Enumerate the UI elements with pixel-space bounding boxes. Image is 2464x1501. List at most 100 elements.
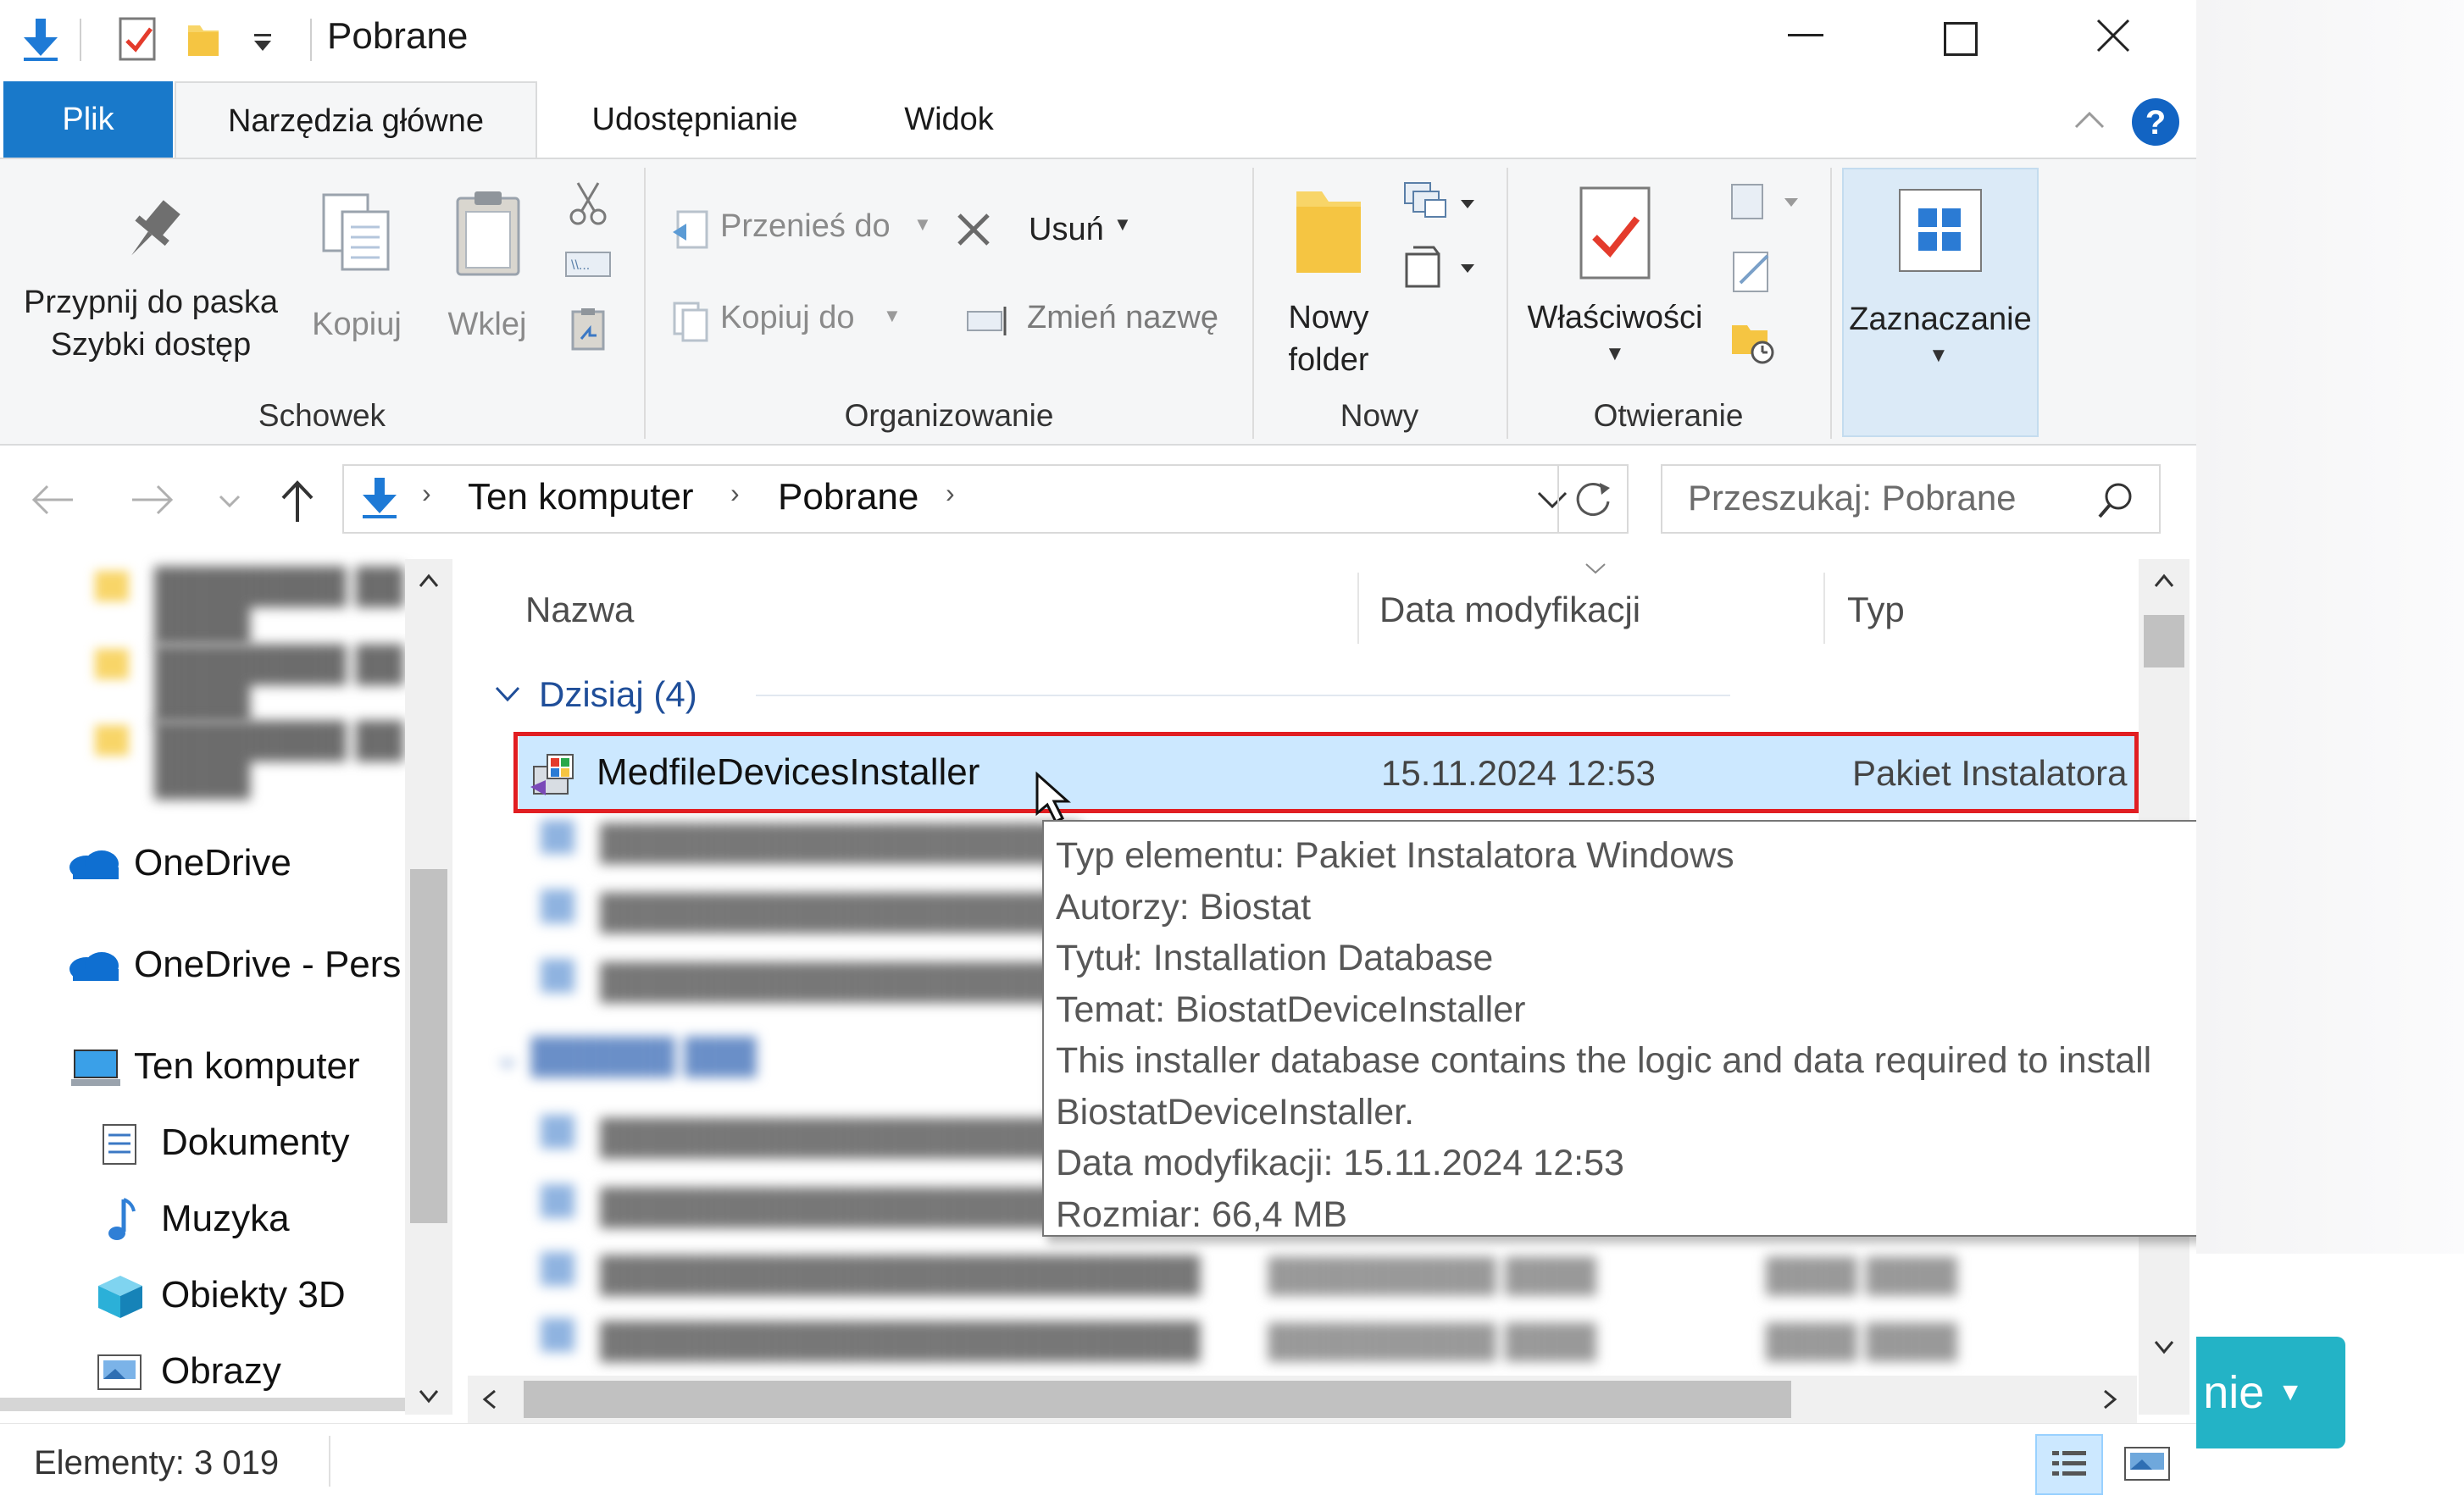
nav-label: Obiekty 3D: [161, 1274, 346, 1315]
select-button[interactable]: Zaznaczanie ▼: [1842, 168, 2039, 437]
column-header-name[interactable]: Nazwa: [525, 590, 634, 630]
breadcrumb-this-pc[interactable]: Ten komputer: [468, 476, 694, 518]
rename-button[interactable]: Zmień nazwę: [964, 295, 1244, 346]
folder-icon: [1296, 191, 1361, 273]
nav-item-onedrive-personal[interactable]: OneDrive - Pers: [0, 937, 405, 991]
tooltip-line-authors: Autorzy: Biostat: [1056, 886, 1312, 928]
column-divider[interactable]: [1357, 573, 1359, 644]
maximize-button[interactable]: [1944, 22, 1978, 56]
search-placeholder: Przeszukaj: Pobrane: [1688, 478, 2017, 518]
column-header-type[interactable]: Typ: [1847, 590, 1905, 630]
search-icon: [2098, 483, 2132, 518]
move-to-button[interactable]: Przenieś do ▼: [666, 203, 932, 254]
new-folder-icon[interactable]: [185, 19, 222, 59]
tab-share[interactable]: Udostępnianie: [559, 81, 830, 158]
tab-home[interactable]: Narzędzia główne: [175, 81, 537, 159]
recent-locations-icon[interactable]: [217, 493, 242, 510]
new-folder-button[interactable]: Nowy folder: [1269, 176, 1388, 379]
title-bar: Pobrane: [0, 0, 2196, 78]
highlight-box: [513, 732, 2139, 813]
rename-label: Zmień nazwę: [1027, 300, 1218, 335]
delete-x-icon: [957, 213, 990, 246]
minimize-button[interactable]: [1788, 34, 1823, 36]
chevron-down-icon: [495, 686, 520, 702]
open-icon[interactable]: [1729, 181, 1806, 224]
scroll-down-icon[interactable]: [417, 1387, 441, 1404]
download-arrow-icon[interactable]: [17, 15, 64, 63]
close-button[interactable]: [2095, 17, 2132, 54]
pin-label-line1: Przypnij do paska: [24, 285, 278, 320]
nav-item-this-pc[interactable]: Ten komputer: [0, 1039, 405, 1093]
background-button-label: nie: [2203, 1367, 2265, 1418]
tab-view[interactable]: Widok: [873, 81, 1025, 158]
delete-button[interactable]: Usuń ▼: [947, 203, 1142, 254]
copy-button[interactable]: Kopiuj: [302, 176, 412, 346]
properties-button[interactable]: Właściwości ▼: [1522, 176, 1708, 379]
properties-check-icon[interactable]: [117, 15, 161, 63]
nav-scrollbar[interactable]: [405, 559, 452, 1415]
back-arrow-icon[interactable]: [29, 483, 76, 517]
selected-nav-item-partial[interactable]: [0, 1398, 405, 1411]
paste-shortcut-icon[interactable]: [568, 305, 608, 352]
help-icon[interactable]: ?: [2130, 97, 2181, 147]
group-clipboard-label: Schowek: [258, 398, 386, 433]
move-to-label: Przenieś do: [720, 208, 891, 244]
navigation-pane: ████████ ██ ████ ████████ ██ ████ ██████…: [0, 556, 454, 1411]
pin-label-line2: Szybki dostęp: [50, 327, 252, 363]
forward-arrow-icon[interactable]: [129, 483, 176, 517]
list-horizontal-scrollbar[interactable]: [468, 1376, 2137, 1423]
search-box[interactable]: Przeszukaj: Pobrane: [1661, 464, 2161, 534]
group-header-today[interactable]: Dzisiaj (4): [493, 669, 1730, 720]
copy-to-dropdown-icon: ▼: [883, 305, 902, 326]
breadcrumb-separator-icon: ›: [946, 478, 955, 508]
large-icons-view-button[interactable]: [2117, 1434, 2178, 1495]
nav-item-documents[interactable]: Dokumenty: [0, 1115, 405, 1169]
nav-item-3d-objects[interactable]: Obiekty 3D: [0, 1267, 405, 1321]
column-header-date[interactable]: Data modyfikacji: [1379, 590, 1640, 630]
edit-icon[interactable]: [1729, 247, 1779, 295]
nav-item-onedrive[interactable]: OneDrive: [0, 835, 405, 889]
pin-quick-access-button[interactable]: Przypnij do paska Szybki dostęp: [7, 176, 295, 371]
easy-access-icon[interactable]: [1401, 242, 1483, 290]
scroll-thumb[interactable]: [410, 869, 447, 1223]
scroll-up-icon[interactable]: [2152, 573, 2176, 590]
new-item-icon[interactable]: [1401, 178, 1483, 225]
refresh-button[interactable]: [1557, 464, 1629, 534]
copy-path-icon[interactable]: \\...: [564, 249, 612, 280]
blurred-folder-icon: [95, 571, 129, 601]
tab-file[interactable]: Plik: [3, 81, 173, 158]
blurred-file-row[interactable]: █████████████████████████ ██████████ ████…: [541, 1318, 2150, 1360]
divider: [80, 19, 81, 61]
item-count: Elementy: 3 019: [34, 1444, 280, 1482]
collapse-ribbon-icon[interactable]: [2073, 107, 2106, 132]
address-bar[interactable]: › Ten komputer › Pobrane ›: [342, 464, 1629, 534]
scroll-down-icon[interactable]: [2152, 1338, 2176, 1355]
paste-button[interactable]: Wklej: [432, 176, 542, 346]
copy-to-button[interactable]: Kopiuj do ▼: [666, 295, 929, 346]
scroll-thumb[interactable]: [524, 1381, 1791, 1418]
computer-icon: [71, 1050, 120, 1086]
breadcrumb-downloads[interactable]: Pobrane: [778, 476, 918, 518]
mouse-cursor-icon: [1035, 771, 1071, 824]
customize-toolbar-icon[interactable]: [251, 30, 275, 54]
group-header-label: Dzisiaj (4): [539, 674, 697, 714]
scroll-left-icon[interactable]: [481, 1387, 500, 1411]
scroll-right-icon[interactable]: [2100, 1387, 2118, 1411]
history-icon[interactable]: [1729, 318, 1779, 366]
new-folder-label-line2: folder: [1288, 342, 1369, 378]
cut-icon[interactable]: [568, 180, 608, 227]
column-divider[interactable]: [1823, 573, 1825, 644]
pictures-icon: [97, 1354, 142, 1390]
nav-item-music[interactable]: Muzyka: [0, 1191, 405, 1245]
delete-label: Usuń: [1029, 212, 1104, 247]
blurred-group-header[interactable]: ⌄ ██████ ███: [493, 1037, 1002, 1079]
up-arrow-icon[interactable]: [278, 478, 317, 525]
nav-item-pictures[interactable]: Obrazy: [0, 1343, 405, 1398]
caret-down-icon: ▼: [2278, 1378, 2303, 1406]
scroll-up-icon[interactable]: [417, 573, 441, 590]
scroll-thumb[interactable]: [2144, 615, 2184, 667]
blurred-file-row[interactable]: █████████████████████████ ██████████ ████…: [541, 1252, 2150, 1294]
details-view-button[interactable]: [2035, 1434, 2103, 1495]
delete-dropdown-icon: ▼: [1113, 213, 1132, 235]
details-view-icon: [2052, 1451, 2086, 1476]
